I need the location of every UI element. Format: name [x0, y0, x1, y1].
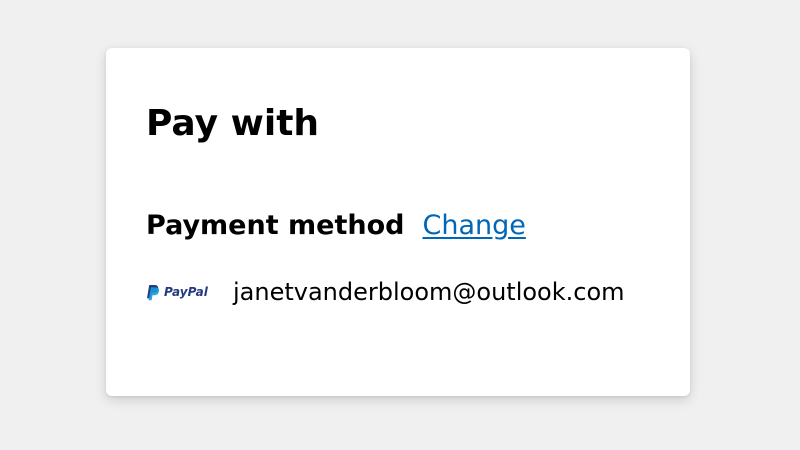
- page-title: Pay with: [146, 103, 320, 144]
- paypal-p-icon: [147, 284, 160, 300]
- change-payment-link[interactable]: Change: [422, 208, 525, 244]
- paypal-logo-icon: PayPal: [146, 284, 218, 301]
- paypal-account-email: janetvanderbloom@outlook.com: [233, 278, 625, 306]
- paypal-account-row: PayPal janetvanderbloom@outlook.com: [146, 276, 625, 308]
- payment-method-label: Payment method: [146, 210, 405, 241]
- payment-card: Pay with Payment method Change PayPal ja…: [106, 48, 690, 396]
- payment-method-row: Payment method Change: [146, 208, 526, 244]
- paypal-wordmark: PayPal: [164, 285, 208, 299]
